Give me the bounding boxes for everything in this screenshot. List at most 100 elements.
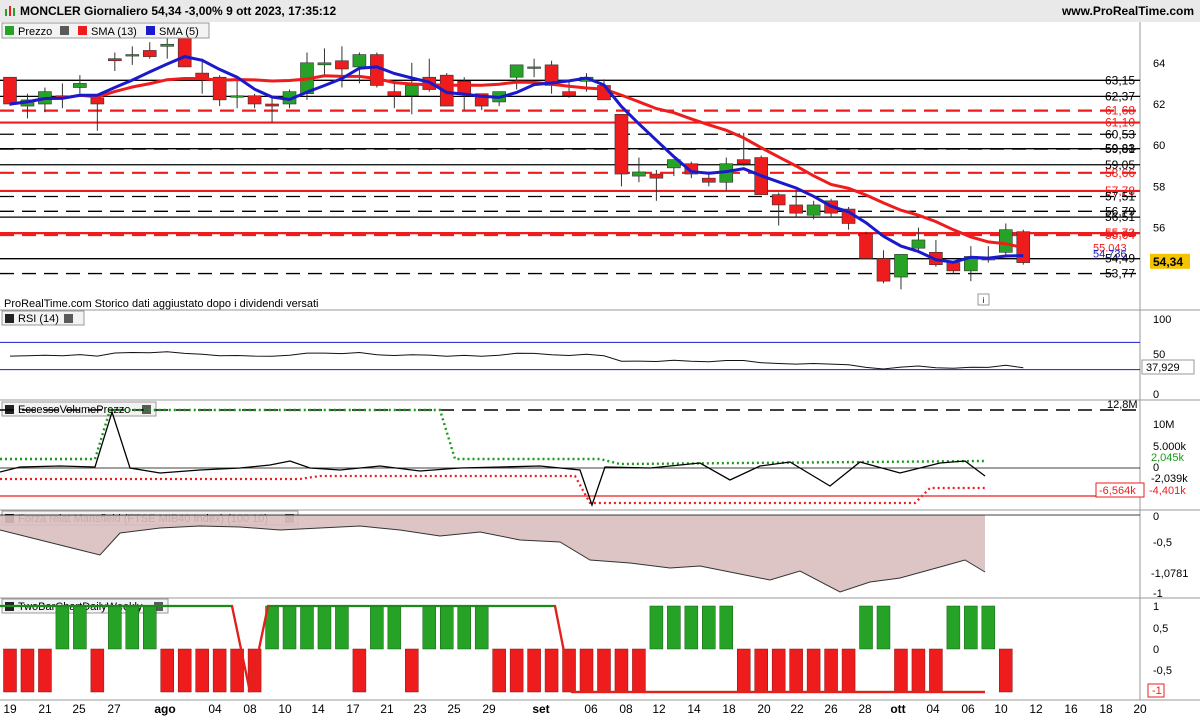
x-axis-label: 06 — [961, 702, 975, 716]
twobar-tick: 0 — [1153, 644, 1159, 656]
twobar-up-bar — [964, 605, 978, 650]
price-level-label: 56,51 — [1105, 210, 1135, 224]
twobar-up-bar — [667, 605, 681, 650]
candle-body — [457, 81, 472, 94]
twobar-down-bar — [177, 648, 192, 693]
price-level-label: 57,51 — [1105, 189, 1135, 203]
mansfield-tick: 0 — [1153, 511, 1159, 523]
twobar-down-bar — [544, 648, 559, 693]
candle-body — [73, 83, 87, 88]
price-note: ProRealTime.com Storico dati aggiustato … — [4, 298, 318, 310]
price-axis-tick: 58 — [1153, 181, 1165, 193]
twobar-up-bar — [108, 605, 122, 650]
x-axis-label: 25 — [447, 702, 461, 716]
price-axis-tick: 62 — [1153, 99, 1165, 111]
twobar-down-bar — [614, 648, 629, 693]
x-axis-label: 20 — [1133, 702, 1147, 716]
twobar-down-bar — [3, 648, 17, 693]
candle-body — [701, 177, 716, 183]
twobar-up-bar — [946, 605, 961, 650]
candle-body — [335, 60, 349, 70]
candle-body — [142, 50, 157, 57]
candle-body — [946, 262, 961, 272]
x-axis-label: 19 — [3, 702, 17, 716]
chart-canvas[interactable]: Prezzo SMA (13) SMA (5) ProRealTime.com Sto… — [0, 0, 1200, 720]
twobar-down-bar — [824, 648, 838, 693]
x-axis-label: 23 — [413, 702, 427, 716]
x-axis-label: 18 — [1099, 702, 1113, 716]
price-tag: 54,34 — [1153, 255, 1183, 269]
twobar-down-bar — [212, 648, 227, 693]
twobar-up-bar — [859, 605, 873, 650]
candle-body — [894, 254, 908, 278]
twobar-up-bar — [335, 605, 349, 650]
candle-body — [160, 43, 175, 47]
twobar-up-bar — [125, 605, 140, 650]
evp-tick: 12,8M — [1107, 399, 1138, 411]
candle-body — [736, 159, 751, 165]
twobar-down-bar — [929, 648, 943, 693]
candle-body — [771, 194, 786, 206]
candle-body — [806, 204, 821, 216]
x-axis-label: 08 — [243, 702, 257, 716]
twobar-up-bar — [981, 605, 996, 650]
x-axis-label: 25 — [72, 702, 86, 716]
twobar-up-bar — [684, 605, 699, 650]
twobar-up-bar — [440, 605, 454, 650]
x-axis-label: 04 — [208, 702, 222, 716]
twobar-up-bar — [317, 605, 332, 650]
twobar-down-bar — [736, 648, 751, 693]
price-level-label: 53,77 — [1105, 267, 1135, 281]
candle-body — [509, 64, 524, 78]
twobar-down-bar — [405, 648, 419, 693]
evp-label: 2,045k — [1151, 452, 1185, 464]
twobar-down-bar — [894, 648, 908, 693]
twobar-up-bar — [474, 605, 489, 650]
candle-body — [352, 54, 367, 68]
twobar-up-bar — [719, 605, 734, 650]
twobar-tick: 1 — [1153, 601, 1159, 613]
x-axis-label: 10 — [278, 702, 292, 716]
candle-body — [527, 66, 541, 69]
x-axis-label: 08 — [619, 702, 633, 716]
candle-body — [632, 171, 646, 177]
evp-tick: 10M — [1153, 419, 1174, 431]
evp-label: -6,564k — [1099, 485, 1136, 497]
twobar-down-bar — [632, 648, 646, 693]
legend-swatch-prezzo — [5, 26, 14, 35]
x-axis-label: 18 — [722, 702, 736, 716]
candle-body — [405, 85, 419, 97]
price-axis-tick: 56 — [1153, 223, 1165, 235]
candle-body — [3, 76, 17, 105]
twobar-up-bar — [387, 605, 402, 650]
rsi-tick: 100 — [1153, 314, 1171, 326]
twobar-down-bar — [789, 648, 803, 693]
x-axis-label: 27 — [107, 702, 121, 716]
info-icon-glyph: i — [983, 296, 985, 305]
price-level-label: 62,37 — [1105, 89, 1135, 103]
evp-label: -2,039k — [1151, 473, 1188, 485]
candle-body — [562, 91, 576, 97]
candle-body — [998, 229, 1013, 253]
twobar-down-bar — [20, 648, 35, 693]
twobar-up-bar — [457, 605, 471, 650]
candle-body — [317, 62, 332, 66]
legend-sma5: SMA (5) — [159, 26, 199, 38]
legend-sma13: SMA (13) — [91, 26, 137, 38]
twobar-up-bar — [370, 605, 384, 650]
rsi-swatch — [5, 314, 14, 323]
twobar-down-bar — [492, 648, 506, 693]
twobar-down-bar — [597, 648, 611, 693]
candle-body — [789, 204, 803, 214]
price-level-label: 60,53 — [1105, 127, 1135, 141]
twobar-down-bar — [999, 648, 1013, 693]
legend-swatch-sma13 — [78, 26, 87, 35]
x-axis-label: 12 — [652, 702, 666, 716]
candle-body — [859, 233, 873, 259]
twobar-down-bar — [771, 648, 786, 693]
candle-body — [247, 95, 262, 105]
mansfield-tick: -1 — [1153, 588, 1163, 600]
candle-body — [387, 91, 402, 97]
x-axis-label: 04 — [926, 702, 940, 716]
x-axis-label: 14 — [687, 702, 701, 716]
